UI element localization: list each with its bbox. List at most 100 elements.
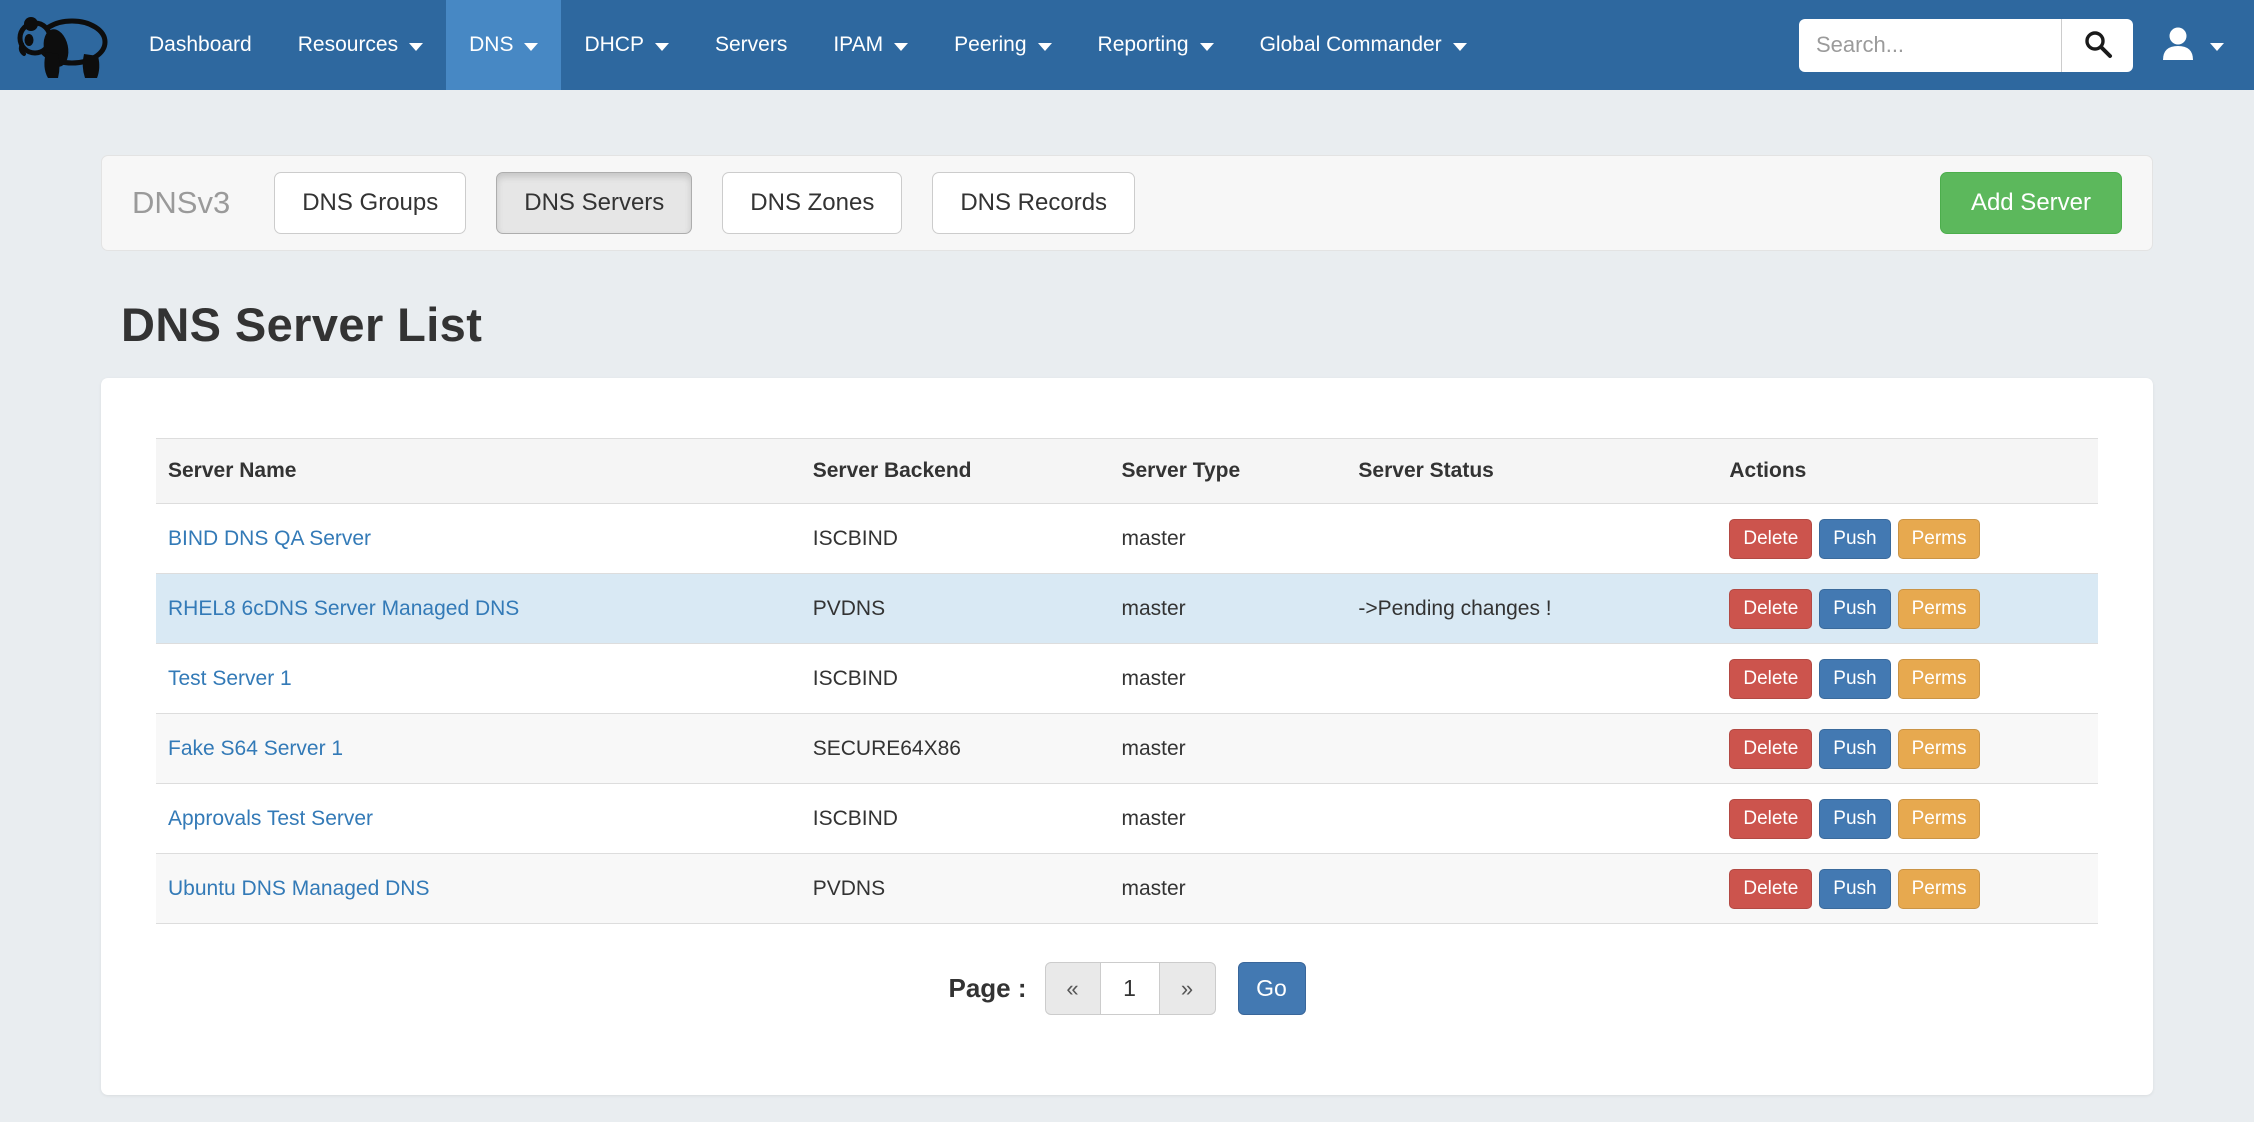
column-header-server-type: Server Type [1110,439,1347,504]
delete-button[interactable]: Delete [1729,589,1812,629]
nav-item-label: Servers [715,33,787,57]
server-type-cell: master [1110,504,1347,574]
chevron-down-icon [1453,43,1467,51]
panda-logo[interactable] [12,0,116,90]
server-backend-cell: ISCBIND [801,784,1110,854]
perms-button[interactable]: Perms [1898,729,1981,769]
server-name-link[interactable]: RHEL8 6cDNS Server Managed DNS [168,597,519,620]
navbar-right [1799,0,2224,90]
server-backend-cell: PVDNS [801,574,1110,644]
server-name-link[interactable]: Approvals Test Server [168,807,373,830]
table-row: RHEL8 6cDNS Server Managed DNS PVDNSmaste… [156,574,2098,644]
nav-item-reporting[interactable]: Reporting [1075,0,1237,90]
server-name-link[interactable]: BIND DNS QA Server [168,527,371,550]
page-container: DNSv3 DNS GroupsDNS ServersDNS ZonesDNS … [0,155,2254,1095]
table-row: Approvals Test Server ISCBINDmaster Delete… [156,784,2098,854]
nav-item-label: DHCP [584,33,644,57]
chevron-down-icon [655,43,669,51]
push-button[interactable]: Push [1819,729,1890,769]
column-header-server-status: Server Status [1346,439,1717,504]
server-status-cell: ->Pending changes ! [1346,574,1717,644]
server-name-cell: BIND DNS QA Server [156,504,801,574]
chevron-down-icon [894,43,908,51]
nav-item-ipam[interactable]: IPAM [810,0,931,90]
push-button[interactable]: Push [1819,519,1890,559]
perms-button[interactable]: Perms [1898,799,1981,839]
server-type-cell: master [1110,574,1347,644]
tab-dns-records[interactable]: DNS Records [932,172,1135,234]
nav-item-resources[interactable]: Resources [275,0,446,90]
nav-item-global-commander[interactable]: Global Commander [1237,0,1490,90]
server-status-cell [1346,784,1717,854]
search-button[interactable] [2061,19,2133,72]
actions-cell: DeletePushPerms [1717,574,2098,644]
server-name-link[interactable]: Fake S64 Server 1 [168,737,343,760]
delete-button[interactable]: Delete [1729,519,1812,559]
perms-button[interactable]: Perms [1898,519,1981,559]
delete-button[interactable]: Delete [1729,659,1812,699]
actions-cell: DeletePushPerms [1717,644,2098,714]
actions-cell: DeletePushPerms [1717,714,2098,784]
tab-dns-zones[interactable]: DNS Zones [722,172,902,234]
push-button[interactable]: Push [1819,799,1890,839]
user-menu[interactable] [2159,24,2224,67]
server-type-cell: master [1110,784,1347,854]
server-list-card: Server NameServer BackendServer TypeServ… [101,378,2153,1095]
nav-item-servers[interactable]: Servers [692,0,810,90]
actions-cell: DeletePushPerms [1717,784,2098,854]
server-type-cell: master [1110,644,1347,714]
server-name-cell: Test Server 1 [156,644,801,714]
column-header-actions: Actions [1717,439,2098,504]
server-name-cell: Fake S64 Server 1 [156,714,801,784]
nav-item-dns[interactable]: DNS [446,0,561,90]
search-input[interactable] [1799,19,2061,72]
perms-button[interactable]: Perms [1898,589,1981,629]
nav-item-label: Resources [298,33,398,57]
pagination: Page : « » Go [156,962,2098,1015]
nav-item-label: Dashboard [149,33,252,57]
table-header-row: Server NameServer BackendServer TypeServ… [156,439,2098,504]
chevron-down-icon [1038,43,1052,51]
delete-button[interactable]: Delete [1729,729,1812,769]
nav-item-label: Global Commander [1260,33,1442,57]
server-backend-cell: PVDNS [801,854,1110,924]
push-button[interactable]: Push [1819,659,1890,699]
server-backend-cell: SECURE64X86 [801,714,1110,784]
table-row: Ubuntu DNS Managed DNSPVDNSmasterDeleteP… [156,854,2098,924]
page-number-input[interactable] [1101,962,1160,1015]
page-title: DNS Server List [121,297,2153,352]
table-row: Fake S64 Server 1SECURE64X86masterDelete… [156,714,2098,784]
server-status-cell [1346,644,1717,714]
server-name-link[interactable]: Ubuntu DNS Managed DNS [168,877,429,900]
tab-dns-groups[interactable]: DNS Groups [274,172,466,234]
previous-page-button[interactable]: « [1045,962,1101,1015]
search-icon [2083,29,2113,62]
delete-button[interactable]: Delete [1729,869,1812,909]
add-server-button[interactable]: Add Server [1940,172,2122,234]
navbar-menu: Dashboard Resources DNS DHCP Servers IPAM Peer… [126,0,1490,90]
perms-button[interactable]: Perms [1898,659,1981,699]
perms-button[interactable]: Perms [1898,869,1981,909]
go-button[interactable]: Go [1238,962,1306,1015]
nav-item-label: Reporting [1098,33,1189,57]
next-page-button[interactable]: » [1160,962,1216,1015]
push-button[interactable]: Push [1819,869,1890,909]
tab-dns-servers[interactable]: DNS Servers [496,172,692,234]
server-name-link[interactable]: Test Server 1 [168,667,292,690]
panda-logo-image [16,8,112,82]
delete-button[interactable]: Delete [1729,799,1812,839]
nav-item-dashboard[interactable]: Dashboard [126,0,275,90]
dns-tab-group: DNS Groups DNS Servers DNS Zones DNS Record… [274,172,1135,234]
chevron-down-icon [1200,43,1214,51]
nav-item-peering[interactable]: Peering [931,0,1074,90]
user-icon [2159,24,2197,67]
dns-server-table: Server NameServer BackendServer TypeServ… [156,438,2098,924]
nav-item-label: Peering [954,33,1026,57]
page-label: Page : [948,973,1026,1004]
nav-item-dhcp[interactable]: DHCP [561,0,692,90]
server-name-cell: Ubuntu DNS Managed DNS [156,854,801,924]
actions-cell: DeletePushPerms [1717,504,2098,574]
server-backend-cell: ISCBIND [801,504,1110,574]
actions-cell: DeletePushPerms [1717,854,2098,924]
push-button[interactable]: Push [1819,589,1890,629]
